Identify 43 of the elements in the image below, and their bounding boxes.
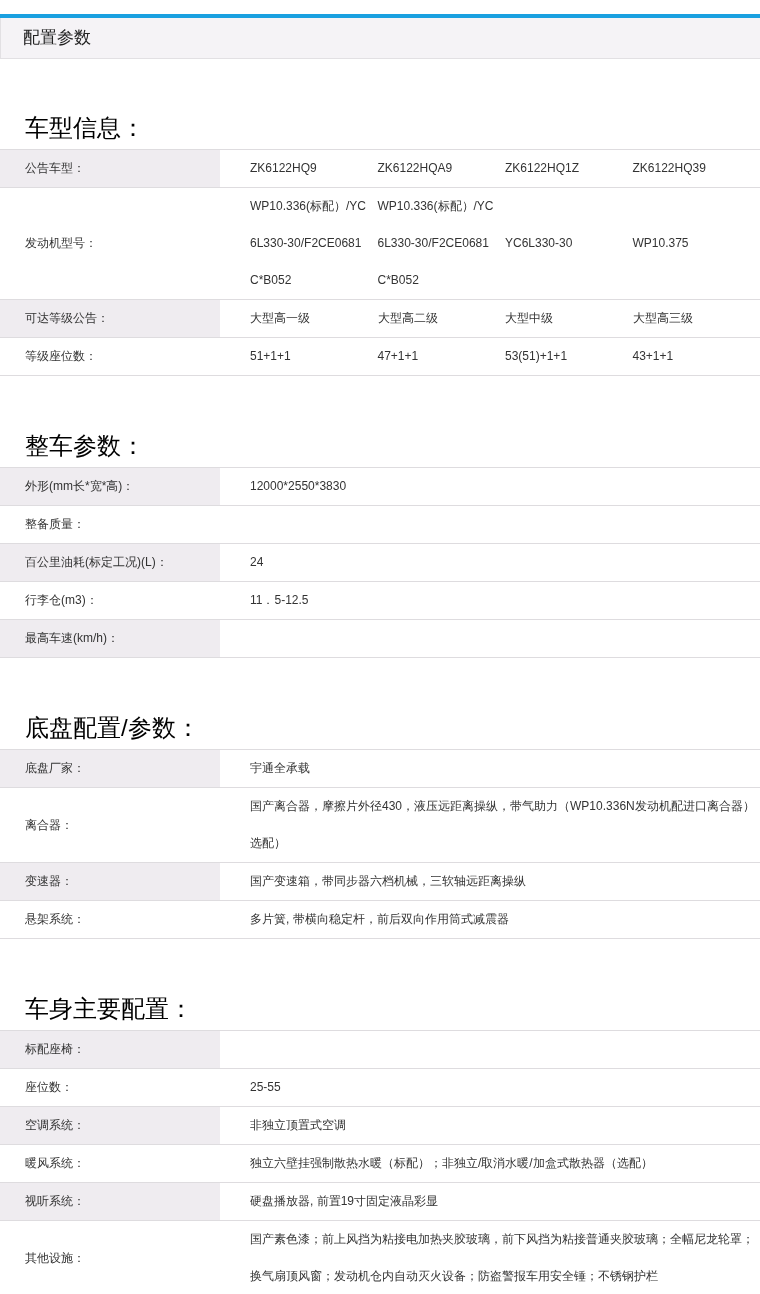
row-label: 最高车速(km/h)： <box>0 620 220 657</box>
section-title: 整车参数： <box>25 430 145 461</box>
row-label: 公告车型： <box>0 150 220 187</box>
table-cell-text: 硬盘播放器, 前置19寸固定液晶彩显 <box>250 1193 438 1210</box>
row-label: 变速器： <box>0 863 220 900</box>
table-cell-text: 大型高一级 <box>250 310 311 327</box>
row-label: 外形(mm长*宽*高)： <box>0 468 220 505</box>
table-cell-text: 国产离合器，摩擦片外径430，液压远距离操纵，带气助力（WP10.336N发动机配进口离合器）选配） <box>250 798 756 852</box>
table-cell-text: 53(51)+1+1 <box>505 348 569 365</box>
table-cell-text: 51+1+1 <box>250 348 292 365</box>
table-cell-text: 大型高二级 <box>377 310 439 327</box>
table-cell-text: ZK6122HQ1Z <box>505 160 581 177</box>
table-cell-text: 47+1+1 <box>377 348 420 365</box>
table-cell-text: 独立六壁挂强制散热水暖（标配）；非独立/取消水暖/加盒式散热器（选配） <box>250 1155 653 1172</box>
row-label: 空调系统： <box>0 1107 220 1144</box>
table-cell-text: 25-55 <box>250 1079 281 1096</box>
table-cell-text: 大型中级 <box>505 310 554 327</box>
row-label: 标配座椅： <box>0 1031 220 1068</box>
table-cell-text: ZK6122HQ9 <box>250 160 318 177</box>
row-label: 可达等级公告： <box>0 300 220 337</box>
table-cell-text: ZK6122HQA9 <box>377 160 454 177</box>
table-cell-text: YC6L330-30 <box>505 235 574 252</box>
table-cell-text: WP10.336(标配）/YC6L330-30/F2CE0681C*B052 <box>250 198 368 289</box>
row-label: 视听系统： <box>0 1183 220 1220</box>
row-label: 百公里油耗(标定工况)(L)： <box>0 544 220 581</box>
row-label: 底盘厂家： <box>0 750 220 787</box>
table-cell-text: 国产变速箱，带同步器六档机械，三软轴远距离操纵 <box>250 873 526 890</box>
page-title: 配置参数 <box>23 27 91 50</box>
table-cell-text: 11．5-12.5 <box>250 592 309 609</box>
table-cell-text: 24 <box>250 554 264 571</box>
table-cell-text: 43+1+1 <box>632 348 675 365</box>
table-cell-text: 多片簧, 带横向稳定杆，前后双向作用筒式减震器 <box>250 911 509 928</box>
section-title: 车身主要配置： <box>25 993 193 1024</box>
table-cell-text: WP10.375 <box>632 235 690 252</box>
section-title: 底盘配置/参数： <box>25 712 200 743</box>
table-cell-text: WP10.336(标配）/YC6L330-30/F2CE0681C*B052 <box>377 198 495 289</box>
table-cell-text: 大型高三级 <box>632 310 694 327</box>
table-cell-text: ZK6122HQ39 <box>632 160 707 177</box>
table-cell-text: 国产素色漆；前上风挡为粘接电加热夹胶玻璃，前下风挡为粘接普通夹胶玻璃；全幅尼龙轮罩；换气扇顶风窗；发动机仓内自动灭火设备；防盗警报车用安全锤；不锈钢护栏 <box>250 1231 755 1285</box>
table-cell-text: 12000*2550*3830 <box>250 478 347 495</box>
section-title: 车型信息： <box>25 112 145 143</box>
table-cell-text: 宇通全承载 <box>250 760 310 777</box>
table-cell-text: 非独立顶置式空调 <box>250 1117 346 1134</box>
